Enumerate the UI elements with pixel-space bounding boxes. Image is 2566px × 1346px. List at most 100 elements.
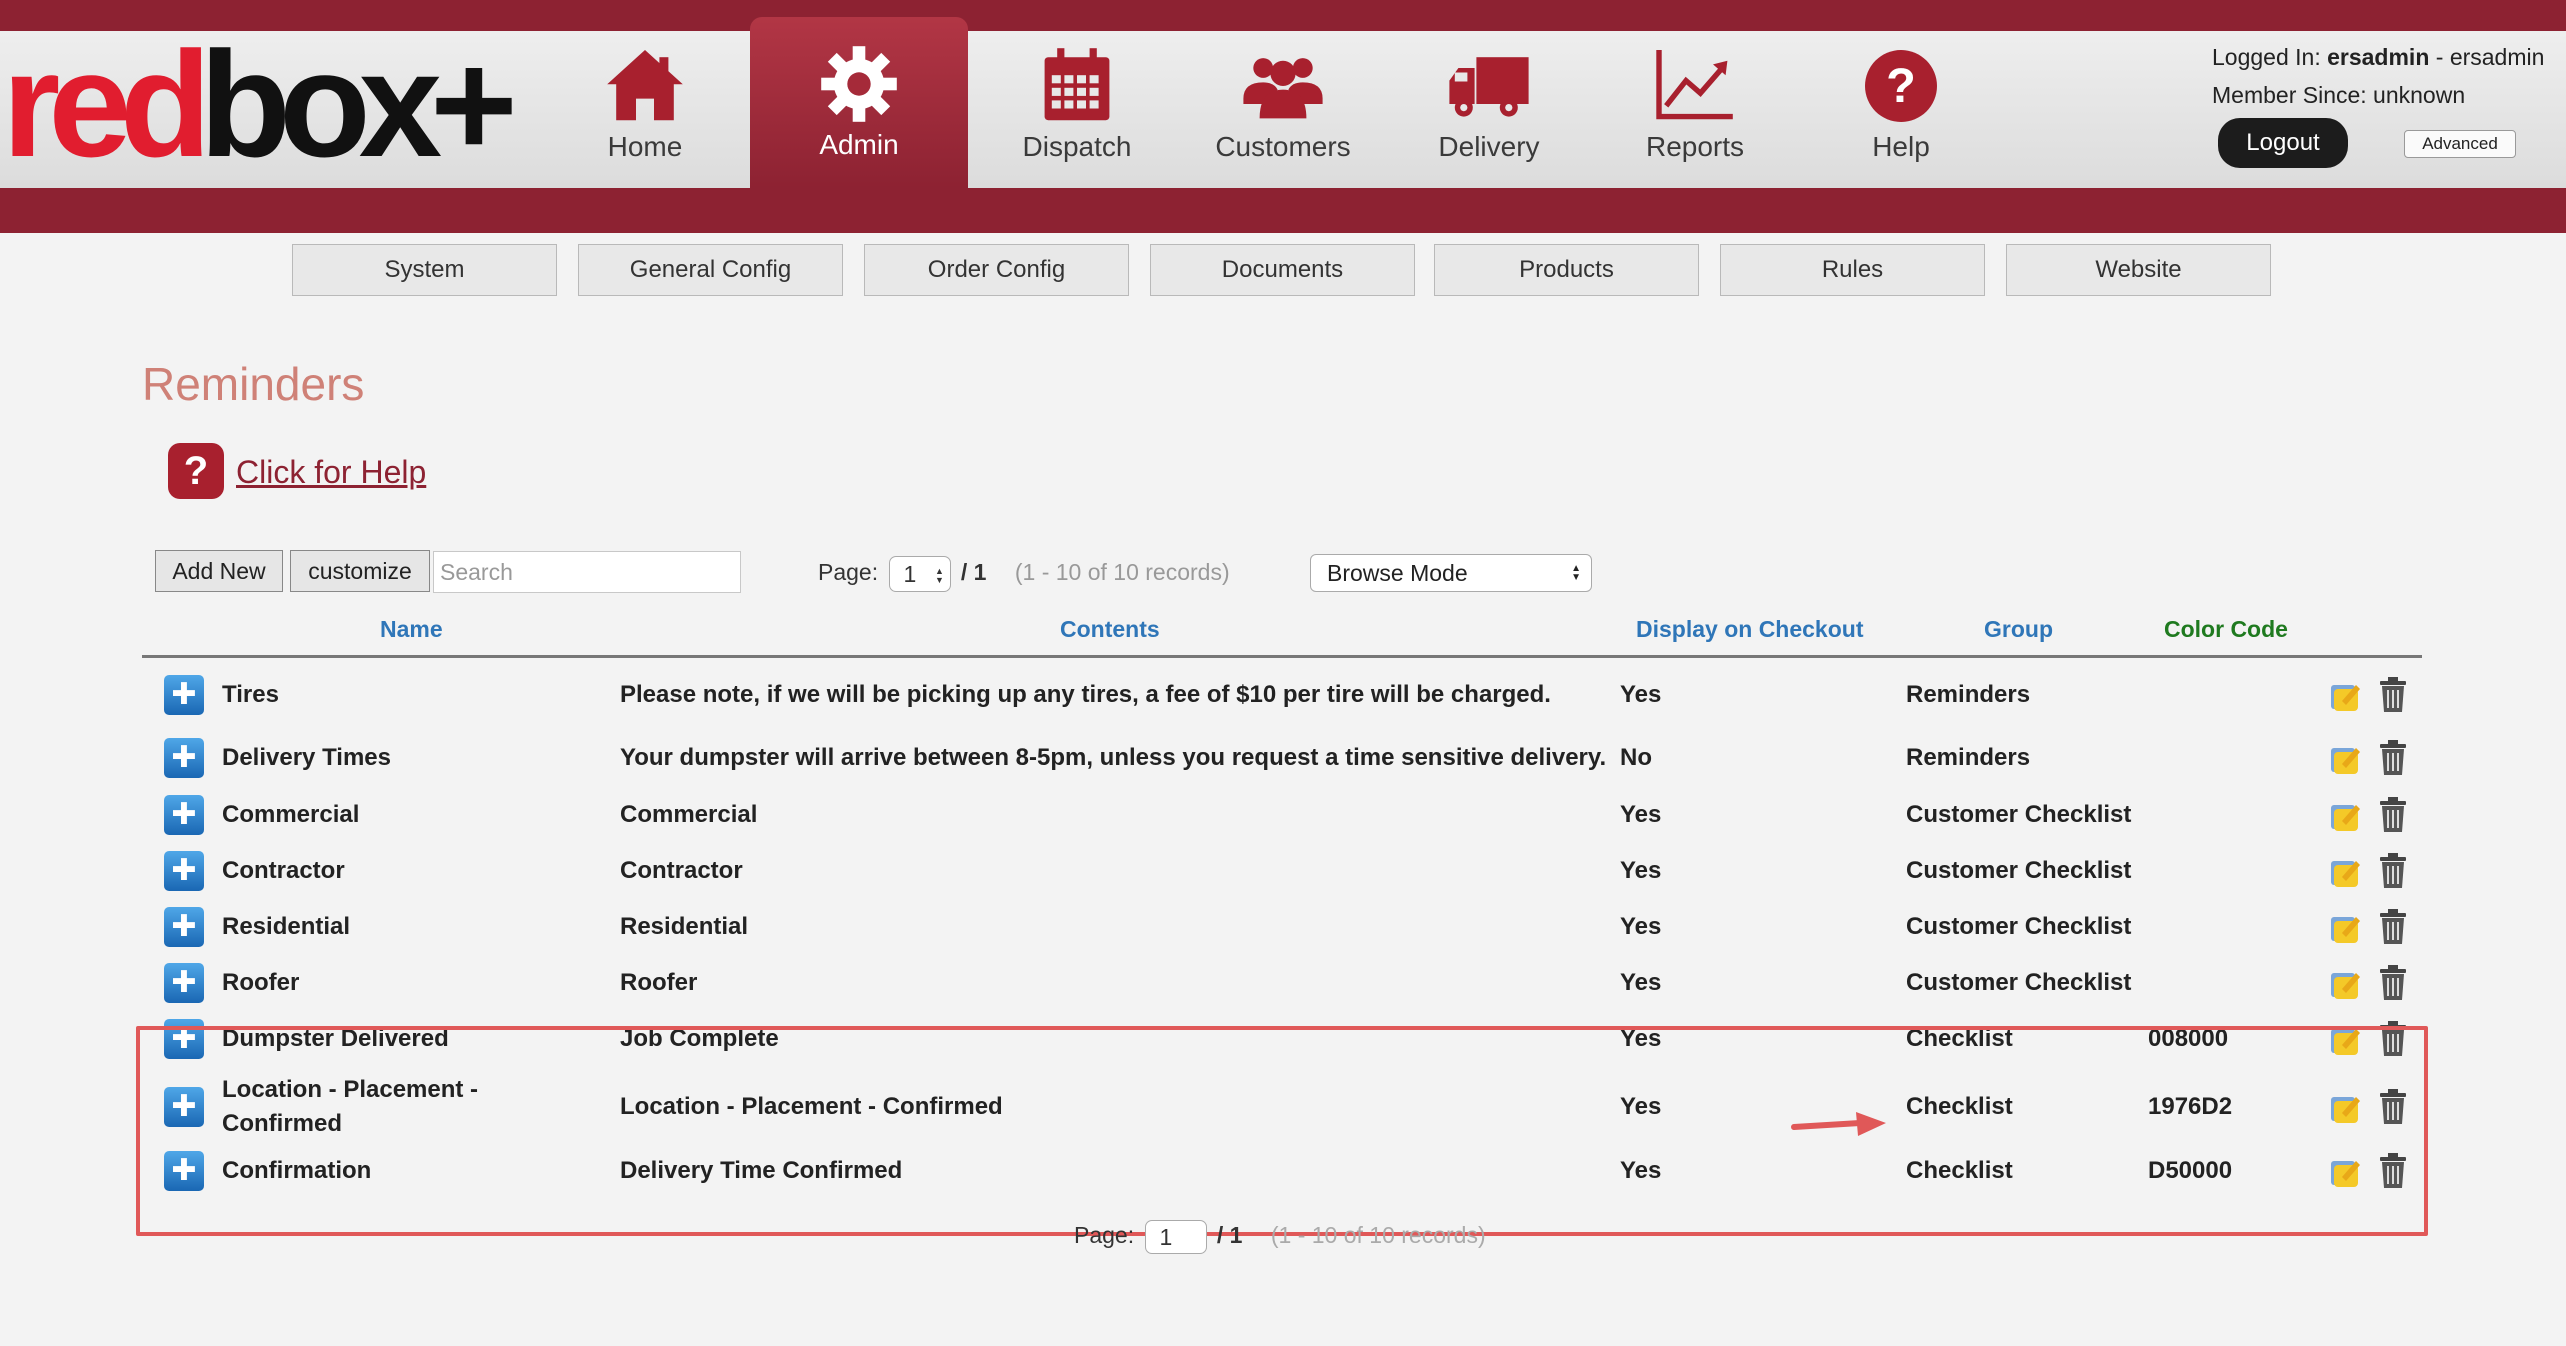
browse-mode-value: Browse Mode [1327, 560, 1468, 586]
page-title: Reminders [142, 358, 365, 410]
question-icon: ? [1865, 50, 1937, 122]
edit-icon[interactable] [2328, 799, 2362, 833]
subnav-system[interactable]: System [292, 244, 557, 296]
drag-handle-icon[interactable] [164, 795, 204, 835]
customize-button[interactable]: customize [290, 550, 430, 592]
cell-contents: Commercial [620, 801, 758, 828]
table-row[interactable]: Roofer Roofer Yes Customer Checklist [142, 960, 2422, 1006]
edit-icon[interactable] [2328, 911, 2362, 945]
trash-icon[interactable] [2378, 797, 2408, 833]
table-row[interactable]: Contractor Contractor Yes Customer Checklis… [142, 848, 2422, 894]
help-link[interactable]: Click for Help [236, 454, 426, 491]
edit-icon[interactable] [2328, 855, 2362, 889]
table-row[interactable]: Tires Please note, if we will be picking … [142, 672, 2422, 718]
nav-home[interactable]: Home [540, 31, 750, 188]
trash-icon[interactable] [2378, 853, 2408, 889]
edit-icon[interactable] [2328, 679, 2362, 713]
edit-icon[interactable] [2328, 967, 2362, 1001]
table-row[interactable]: Residential Residential Yes Customer Checkl… [142, 904, 2422, 950]
edit-icon[interactable] [2328, 742, 2362, 776]
cell-color-code [2148, 960, 2288, 1006]
column-group[interactable]: Group [1984, 616, 2053, 643]
table-row[interactable]: Delivery Times Your dumpster will arrive … [142, 722, 2422, 794]
nav-delivery[interactable]: Delivery [1384, 31, 1594, 188]
column-contents[interactable]: Contents [1060, 616, 1160, 643]
page-select[interactable]: 1 [888, 556, 951, 592]
add-new-button[interactable]: Add New [155, 550, 283, 592]
username: ersadmin [2327, 44, 2430, 70]
cell-display: No [1620, 744, 1652, 771]
gear-icon [821, 46, 897, 122]
top-pager: Page: 1 / 1 (1 - 10 of 10 records) [818, 556, 1230, 592]
subnav-general-config[interactable]: General Config [578, 244, 843, 296]
nav-admin[interactable]: Admin [750, 17, 968, 188]
records-count: (1 - 10 of 10 records) [1014, 559, 1230, 586]
red-arrow-icon [1791, 1112, 1886, 1136]
nav-help[interactable]: ? Help [1796, 31, 2006, 188]
cell-name: Tires [222, 681, 279, 708]
subnav-products[interactable]: Products [1434, 244, 1699, 296]
page-label: Page: [818, 559, 879, 586]
nav-help-label: Help [1872, 131, 1930, 162]
table-row[interactable]: Commercial Commercial Yes Customer Checklis… [142, 792, 2422, 838]
cell-color-code [2148, 722, 2288, 794]
trash-icon[interactable] [2378, 909, 2408, 945]
cell-group: Customer Checklist [1906, 913, 2132, 940]
logout-button[interactable]: Logout [2218, 118, 2348, 168]
trash-icon[interactable] [2378, 965, 2408, 1001]
logo-black-text: box+ [199, 20, 517, 188]
logged-in-label: Logged In: [2212, 44, 2321, 70]
drag-handle-icon[interactable] [164, 738, 204, 778]
chart-icon [1656, 50, 1733, 120]
drag-handle-icon[interactable] [164, 675, 204, 715]
column-color-code[interactable]: Color Code [2164, 616, 2288, 643]
column-name[interactable]: Name [380, 616, 443, 643]
subnav-rules[interactable]: Rules [1720, 244, 1985, 296]
cell-contents: Please note, if we will be picking up an… [620, 681, 1551, 708]
nav-reports[interactable]: Reports [1590, 31, 1800, 188]
trash-icon[interactable] [2378, 740, 2408, 776]
column-display-on-checkout[interactable]: Display on Checkout [1636, 616, 1863, 643]
logo[interactable]: redbox+ [2, 29, 542, 179]
browse-mode-select[interactable]: Browse Mode ▲ ▼ [1310, 554, 1592, 592]
subnav-order-config[interactable]: Order Config [864, 244, 1129, 296]
table-header: Name Contents Display on Checkout Group … [142, 612, 2422, 658]
advanced-button[interactable]: Advanced [2404, 130, 2516, 158]
trash-icon[interactable] [2378, 677, 2408, 713]
home-icon [607, 50, 683, 121]
nav-customers-label: Customers [1215, 131, 1351, 162]
cell-group: Customer Checklist [1906, 969, 2132, 996]
logo-red-text: red [2, 20, 211, 188]
nav-dispatch[interactable]: Dispatch [972, 31, 1182, 188]
cell-name: Roofer [222, 969, 300, 996]
select-arrows-icon: ▲ ▼ [1571, 563, 1581, 583]
bottom-page-total: / 1 [1216, 1222, 1243, 1249]
nav-admin-label: Admin [819, 129, 899, 160]
nav-home-label: Home [607, 131, 683, 162]
help-question-icon[interactable]: ? [168, 443, 224, 499]
cell-color-code [2148, 848, 2288, 894]
cell-contents: Residential [620, 913, 749, 940]
cell-group: Reminders [1906, 681, 2031, 708]
bottom-page-select[interactable]: 1 [1144, 1220, 1207, 1254]
cell-display: Yes [1620, 681, 1662, 708]
subnav-website[interactable]: Website [2006, 244, 2271, 296]
subnav-documents[interactable]: Documents [1150, 244, 1415, 296]
cell-name: Commercial [222, 801, 360, 828]
drag-handle-icon[interactable] [164, 851, 204, 891]
nav-delivery-label: Delivery [1438, 131, 1540, 162]
nav-reports-label: Reports [1645, 131, 1745, 162]
nav-customers[interactable]: Customers [1178, 31, 1388, 188]
drag-handle-icon[interactable] [164, 907, 204, 947]
login-info: Logged In: ersadmin - ersadmin Member Si… [2212, 38, 2544, 114]
svg-text:?: ? [1886, 59, 1916, 113]
search-input[interactable] [433, 551, 741, 593]
bottom-records-count: (1 - 10 of 10 records) [1270, 1222, 1486, 1249]
bottom-page-label: Page: [1074, 1222, 1135, 1249]
drag-handle-icon[interactable] [164, 963, 204, 1003]
cell-group: Customer Checklist [1906, 857, 2132, 884]
calendar-icon [1044, 48, 1110, 121]
cell-display: Yes [1620, 969, 1662, 996]
cell-color-code [2148, 904, 2288, 950]
cell-contents: Contractor [620, 857, 743, 884]
